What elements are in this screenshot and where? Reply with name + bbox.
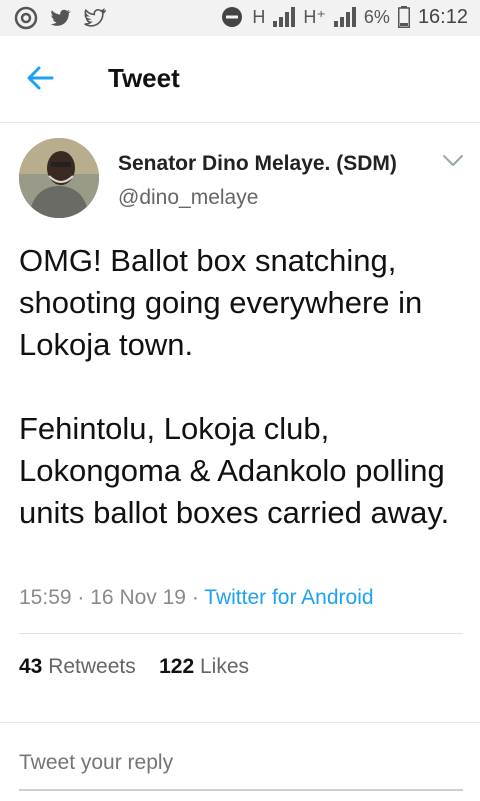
tweet-date: 16 Nov 19: [90, 586, 186, 609]
status-bar: H H⁺ 6% 16:12: [0, 0, 480, 36]
author-handle[interactable]: @dino_melaye: [118, 186, 258, 210]
tweet-paragraph: Fehintolu, Lokoja club, Lokongoma & Adan…: [19, 411, 450, 530]
app-bar: Tweet: [0, 36, 480, 123]
twitter-outline-icon: [84, 8, 106, 27]
twitter-icon: [50, 9, 71, 26]
tweet-meta: 15:59 · 16 Nov 19 · Twitter for Android: [19, 586, 374, 610]
page-title: Tweet: [108, 63, 180, 93]
chrome-icon: [14, 6, 38, 30]
battery-percent: 6%: [363, 6, 390, 27]
tweet-detail: Senator Dino Melaye. (SDM) @dino_melaye …: [0, 122, 480, 723]
likes-stat[interactable]: 122 Likes: [159, 655, 249, 678]
signal-icon-2: [333, 7, 356, 27]
chevron-down-icon[interactable]: [442, 154, 464, 168]
meta-separator: ·: [191, 586, 199, 609]
likes-label: Likes: [199, 655, 250, 678]
signal-icon: [273, 7, 296, 27]
arrow-left-icon[interactable]: [24, 62, 56, 94]
reply-underline: [19, 789, 463, 791]
retweets-label: Retweets: [48, 655, 136, 678]
tweet-text: OMG! Ballot box snatching, shooting goin…: [19, 240, 469, 534]
clock: 16:12: [417, 5, 468, 28]
tweet-stats: 43 Retweets 122 Likes: [19, 655, 249, 679]
author-name[interactable]: Senator Dino Melaye. (SDM): [118, 152, 397, 176]
network-type-hplus: H⁺: [303, 6, 326, 27]
network-type-h: H: [252, 6, 266, 27]
tweet-time: 15:59: [19, 586, 72, 609]
avatar[interactable]: [19, 138, 99, 218]
avatar-image: [19, 138, 99, 218]
likes-count: 122: [159, 655, 195, 678]
status-right-icons: H H⁺ 6% 16:12: [220, 5, 468, 29]
retweets-stat[interactable]: 43 Retweets: [19, 655, 136, 678]
divider: [19, 633, 463, 634]
retweets-count: 43: [19, 655, 43, 678]
tweet-source-link[interactable]: Twitter for Android: [204, 586, 373, 609]
meta-separator: ·: [77, 586, 85, 609]
tweet-paragraph: OMG! Ballot box snatching, shooting goin…: [19, 243, 423, 362]
reply-input[interactable]: [19, 751, 459, 775]
data-saver-icon: [222, 7, 243, 27]
reply-bar: [0, 722, 480, 801]
status-left-icons: [14, 6, 106, 30]
battery-icon: [397, 6, 410, 28]
